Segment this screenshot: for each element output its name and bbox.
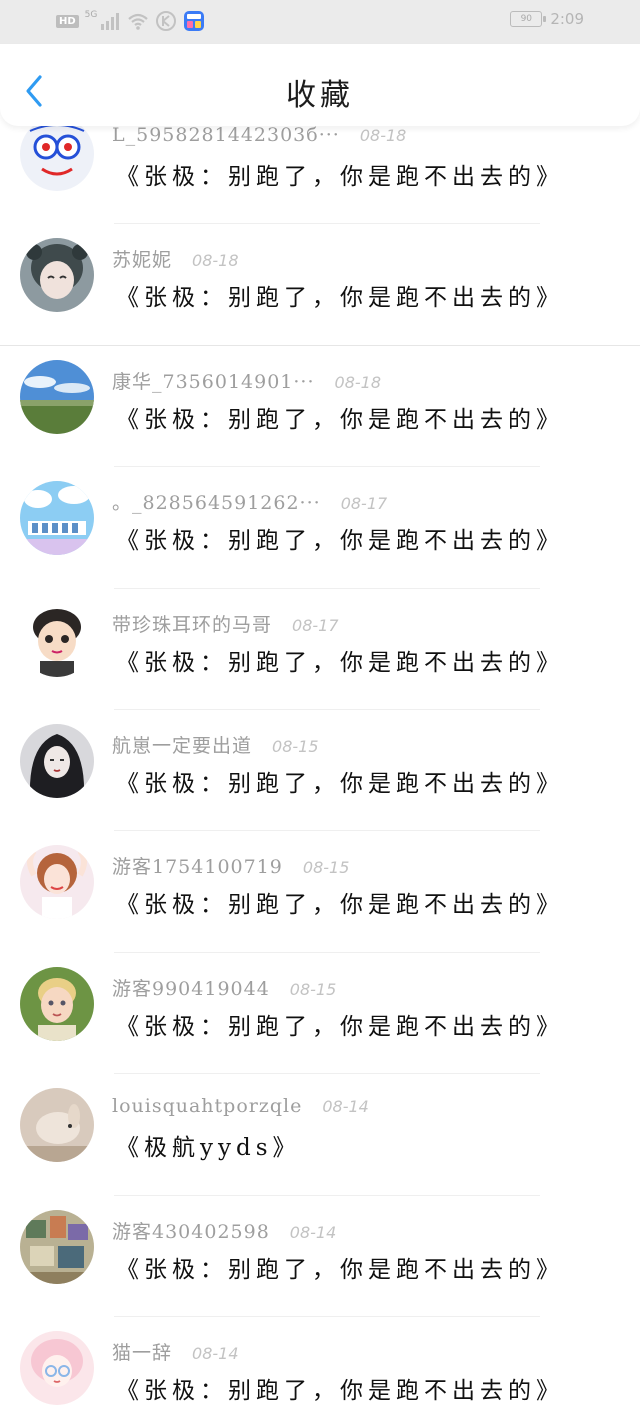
item-meta: 带珍珠耳环的马哥 08-17 xyxy=(112,610,339,637)
status-icons-left: HD 5G xyxy=(56,10,205,32)
battery-icon: 90 xyxy=(510,11,547,27)
network-type: 5G xyxy=(84,10,98,20)
clock: 2:09 xyxy=(550,10,584,28)
date: 08-18 xyxy=(359,126,407,145)
item-meta: 猫一辞 08-14 xyxy=(112,1338,239,1365)
story-title[interactable]: 《张极：别跑了，你是跑不出去的》 xyxy=(116,1250,564,1284)
avatar[interactable] xyxy=(20,602,94,677)
list-item[interactable]: 游客1754100719 08-15 《张极：别跑了，你是跑不出去的》 xyxy=(0,831,640,953)
date: 08-18 xyxy=(334,372,382,392)
item-meta: 游客1754100719 08-15 xyxy=(112,852,349,879)
story-title[interactable]: 《张极：别跑了，你是跑不出去的》 xyxy=(116,157,564,191)
wifi-icon xyxy=(127,10,149,32)
date: 08-15 xyxy=(302,858,350,878)
story-title[interactable]: 《张极：别跑了，你是跑不出去的》 xyxy=(116,521,564,555)
status-icons-right: 90 2:09 xyxy=(510,10,584,28)
item-meta: louisquahtporzqle 08-14 xyxy=(112,1095,369,1117)
username[interactable]: 。_828564591262··· xyxy=(112,488,321,515)
k-app-icon xyxy=(155,10,177,32)
avatar[interactable] xyxy=(20,359,94,434)
date: 08-15 xyxy=(272,736,319,756)
username[interactable]: 带珍珠耳环的马哥 xyxy=(112,610,272,637)
avatar[interactable] xyxy=(20,481,94,556)
date: 08-17 xyxy=(340,494,388,514)
username[interactable]: 猫一辞 xyxy=(112,1338,172,1365)
username[interactable]: 苏妮妮 xyxy=(112,245,172,272)
story-title[interactable]: 《张极：别跑了，你是跑不出去的》 xyxy=(116,400,564,434)
list-item[interactable]: 康华_7356014901··· 08-18 《张极：别跑了，你是跑不出去的》 xyxy=(0,346,640,468)
story-title[interactable]: 《张极：别跑了，你是跑不出去的》 xyxy=(116,1371,564,1405)
signal-icon xyxy=(99,10,121,32)
battery-level: 90 xyxy=(520,14,533,24)
username[interactable]: 康华_7356014901··· xyxy=(112,367,315,394)
list-item[interactable]: 苏妮妮 08-18 《张极：别跑了，你是跑不出去的》 xyxy=(0,224,640,346)
page-title: 收藏 xyxy=(286,78,354,113)
avatar[interactable] xyxy=(20,117,94,191)
username[interactable]: 游客430402598 xyxy=(112,1217,270,1244)
status-bar: HD 5G 90 2:09 xyxy=(0,0,640,44)
favorites-list: L_5958281442303б··· 08-18 《张极：别跑了，你是跑不出去… xyxy=(0,103,640,1422)
avatar[interactable] xyxy=(20,845,94,920)
list-item[interactable]: 航崽一定要出道 08-15 《张极：别跑了，你是跑不出去的》 xyxy=(0,710,640,832)
app-notification-icon xyxy=(183,10,205,32)
avatar[interactable] xyxy=(20,1330,94,1405)
date: 08-14 xyxy=(289,1222,337,1242)
story-title[interactable]: 《张极：别跑了，你是跑不出去的》 xyxy=(116,278,564,312)
item-meta: 康华_7356014901··· 08-18 xyxy=(112,367,381,394)
item-meta: 航崽一定要出道 08-15 xyxy=(112,731,319,758)
list-item[interactable]: 。_828564591262··· 08-17 《张极：别跑了，你是跑不出去的》 xyxy=(0,467,640,589)
item-meta: 游客990419044 08-15 xyxy=(112,974,336,1001)
date: 08-18 xyxy=(192,251,239,271)
story-title[interactable]: 《张极：别跑了，你是跑不出去的》 xyxy=(116,885,564,919)
date: 08-17 xyxy=(292,615,339,635)
story-title[interactable]: 《张极：别跑了，你是跑不出去的》 xyxy=(116,1007,564,1041)
item-meta: L_5958281442303б··· 08-18 xyxy=(112,124,406,146)
avatar[interactable] xyxy=(20,966,94,1041)
story-title[interactable]: 《极航yyds》 xyxy=(116,1128,301,1162)
date: 08-14 xyxy=(192,1343,239,1363)
item-meta: 。_828564591262··· 08-17 xyxy=(112,488,387,515)
list-item[interactable]: 游客430402598 08-14 《张极：别跑了，你是跑不出去的》 xyxy=(0,1196,640,1317)
list-item[interactable]: louisquahtporzqle 08-14 《极航yyds》 xyxy=(0,1074,640,1196)
list-item[interactable]: 带珍珠耳环的马哥 08-17 《张极：别跑了，你是跑不出去的》 xyxy=(0,589,640,710)
avatar[interactable] xyxy=(20,1088,94,1163)
date: 08-14 xyxy=(322,1097,369,1117)
username[interactable]: 游客990419044 xyxy=(112,974,270,1001)
username[interactable]: L_5958281442303б··· xyxy=(112,124,340,146)
avatar[interactable] xyxy=(20,723,94,798)
username[interactable]: 游客1754100719 xyxy=(112,852,283,879)
list-item[interactable]: 猫一辞 08-14 《张极：别跑了，你是跑不出去的》 xyxy=(0,1317,640,1422)
story-title[interactable]: 《张极：别跑了，你是跑不出去的》 xyxy=(116,643,564,677)
item-meta: 游客430402598 08-14 xyxy=(112,1217,336,1244)
username[interactable]: louisquahtporzqle xyxy=(112,1095,302,1117)
story-title[interactable]: 《张极：别跑了，你是跑不出去的》 xyxy=(116,764,564,798)
avatar[interactable] xyxy=(20,238,94,313)
header: 收藏 xyxy=(0,44,640,126)
avatar[interactable] xyxy=(20,1209,94,1284)
username[interactable]: 航崽一定要出道 xyxy=(112,731,252,758)
item-meta: 苏妮妮 08-18 xyxy=(112,245,239,272)
hd-badge: HD xyxy=(56,14,79,28)
date: 08-15 xyxy=(289,979,337,999)
list-item[interactable]: 游客990419044 08-15 《张极：别跑了，你是跑不出去的》 xyxy=(0,953,640,1075)
